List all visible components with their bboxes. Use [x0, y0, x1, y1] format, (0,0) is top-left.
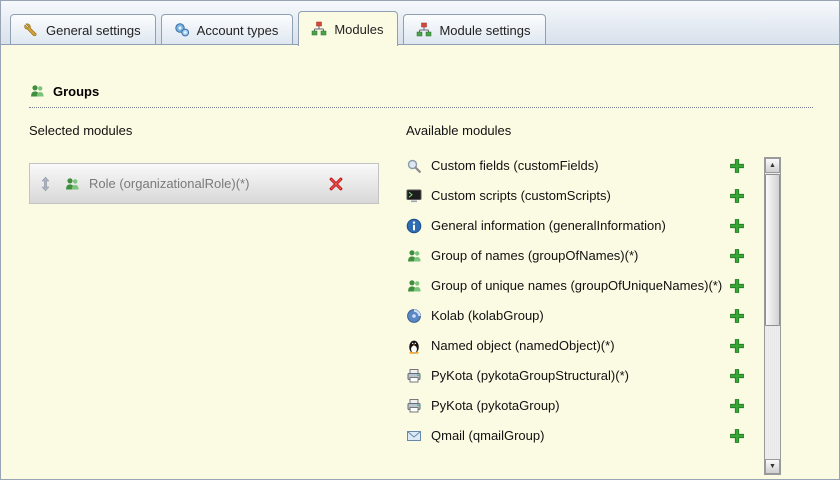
groups-icon — [64, 176, 80, 192]
info-icon — [406, 218, 422, 234]
available-modules-list: Custom fields (customFields) Custom scrip… — [406, 151, 781, 451]
add-module-button[interactable] — [729, 338, 745, 354]
available-module-label: PyKota (pykotaGroupStructural)(*) — [431, 368, 629, 383]
tux-icon — [406, 338, 422, 354]
scroll-down-button[interactable]: ▼ — [765, 459, 780, 474]
gears-icon — [174, 22, 190, 38]
available-module-label: PyKota (pykotaGroup) — [431, 398, 560, 413]
drag-handle[interactable] — [40, 176, 52, 192]
available-module-label: Custom scripts (customScripts) — [431, 188, 611, 203]
add-module-button[interactable] — [729, 368, 745, 384]
available-module-row: PyKota (pykotaGroup) — [406, 391, 745, 421]
printer-icon — [406, 368, 422, 384]
available-module-row: Group of unique names (groupOfUniqueName… — [406, 271, 745, 301]
terminal-icon — [406, 188, 422, 204]
available-modules-panel: Available modules Custom fields (customF… — [406, 123, 781, 475]
available-module-label: Custom fields (customFields) — [431, 158, 599, 173]
add-module-button[interactable] — [729, 428, 745, 444]
add-module-button[interactable] — [729, 308, 745, 324]
mail-icon — [406, 428, 422, 444]
add-module-button[interactable] — [729, 218, 745, 234]
tab-general-settings[interactable]: General settings — [10, 14, 156, 45]
available-module-row: Kolab (kolabGroup) — [406, 301, 745, 331]
available-module-row: Custom scripts (customScripts) — [406, 181, 745, 211]
lam-config-window: General settings Account types Modules Modu… — [0, 0, 840, 480]
available-module-row: PyKota (pykotaGroupStructural)(*) — [406, 361, 745, 391]
groups-icon — [406, 248, 422, 264]
add-module-button[interactable] — [729, 188, 745, 204]
tab-account-types[interactable]: Account types — [160, 14, 294, 45]
selected-module-row: Role (organizationalRole)(*) — [29, 163, 379, 204]
scrollbar[interactable]: ▲ ▼ — [764, 157, 781, 475]
available-modules-heading: Available modules — [406, 123, 512, 138]
tab-label: Modules — [334, 21, 384, 37]
scroll-thumb[interactable] — [765, 174, 780, 326]
available-module-label: Group of unique names (groupOfUniqueName… — [431, 278, 723, 293]
tab-module-settings[interactable]: Module settings — [403, 14, 546, 45]
available-module-row: Named object (namedObject)(*) — [406, 331, 745, 361]
available-module-label: Named object (namedObject)(*) — [431, 338, 615, 353]
add-module-button[interactable] — [729, 398, 745, 414]
tab-label: Module settings — [439, 22, 531, 38]
magnifier-icon — [406, 158, 422, 174]
tab-modules[interactable]: Modules — [298, 11, 399, 46]
groups-icon — [406, 278, 422, 294]
printer-icon — [406, 398, 422, 414]
selected-modules-list: Role (organizationalRole)(*) — [29, 163, 379, 204]
scroll-up-button[interactable]: ▲ — [765, 158, 780, 173]
available-module-row: Qmail (qmailGroup) — [406, 421, 745, 451]
selected-module-label: Role (organizationalRole)(*) — [89, 176, 250, 191]
available-module-row: Custom fields (customFields) — [406, 151, 745, 181]
section-title: Groups — [53, 83, 100, 99]
groups-icon — [29, 83, 45, 99]
modules-icon — [416, 22, 432, 38]
add-module-button[interactable] — [729, 278, 745, 294]
tab-bar: General settings Account types Modules Modu… — [1, 1, 839, 46]
remove-module-button[interactable] — [328, 176, 344, 192]
section-header: Groups — [29, 83, 813, 108]
kolab-icon — [406, 308, 422, 324]
tab-label: General settings — [46, 22, 141, 38]
available-module-label: Kolab (kolabGroup) — [431, 308, 544, 323]
available-module-label: Group of names (groupOfNames)(*) — [431, 248, 639, 263]
available-module-row: General information (generalInformation) — [406, 211, 745, 241]
available-module-row: Group of names (groupOfNames)(*) — [406, 241, 745, 271]
available-module-label: Qmail (qmailGroup) — [431, 428, 545, 443]
tab-label: Account types — [196, 22, 279, 38]
available-module-label: General information (generalInformation) — [431, 218, 666, 233]
add-module-button[interactable] — [729, 158, 745, 174]
selected-modules-heading: Selected modules — [29, 123, 133, 138]
modules-icon — [311, 21, 327, 37]
selected-modules-panel: Selected modules Role (organizationalRol… — [29, 123, 379, 204]
wrench-icon — [23, 22, 39, 38]
add-module-button[interactable] — [729, 248, 745, 264]
